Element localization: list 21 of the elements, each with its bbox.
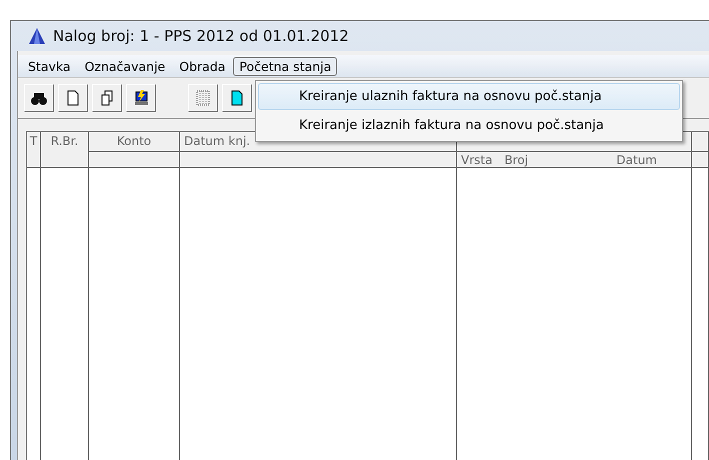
menu-item[interactable]: Označavanje (78, 56, 172, 76)
menu-item[interactable]: Obrada (173, 56, 232, 76)
computer-lightning-icon (132, 89, 150, 107)
computer-button[interactable] (126, 84, 156, 112)
menu-item[interactable]: Kreiranje ulaznih faktura na osnovu poč.stanja (258, 83, 680, 110)
column-header: R.Br. (41, 132, 89, 168)
search-button[interactable] (24, 84, 54, 112)
subcolumn-label: Broj (504, 153, 528, 166)
grid-button[interactable] (188, 84, 218, 112)
pyramid-icon (27, 26, 47, 46)
column-header: T (27, 132, 41, 168)
column-header: Konto (89, 132, 180, 152)
subcolumn-label: Datum (616, 153, 657, 166)
new-document-button[interactable] (222, 84, 252, 112)
dotted-grid-icon (194, 89, 212, 107)
menu-item[interactable]: Stavka (22, 56, 77, 76)
copy-button[interactable] (92, 84, 122, 112)
new-document-button[interactable] (58, 84, 88, 112)
menu-item[interactable]: Početna stanja (233, 56, 338, 76)
window-title: Nalog broj: 1 - PPS 2012 od 01.01.2012 (53, 27, 349, 45)
subcolumn-label: Vrsta (461, 153, 492, 166)
